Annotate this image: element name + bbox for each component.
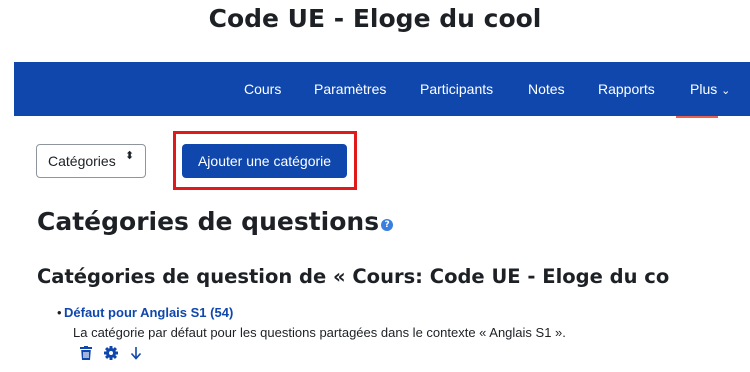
category-select[interactable]: Catégories ⬍ [36, 144, 146, 178]
course-title: Code UE - Eloge du cool [208, 4, 542, 33]
course-navbar: Cours Paramètres Participants Notes Rapp… [14, 62, 750, 116]
nav-rapports[interactable]: Rapports [598, 62, 655, 116]
gear-icon[interactable] [104, 346, 118, 360]
page-heading-text: Catégories de questions [37, 207, 380, 236]
category-description: La catégorie par défaut pour les questio… [73, 325, 566, 340]
page-heading: Catégories de questions? [37, 207, 394, 236]
category-link[interactable]: Défaut pour Anglais S1 (54) [64, 305, 233, 320]
active-nav-underline [676, 116, 718, 118]
category-list-item: • Défaut pour Anglais S1 (54) [57, 305, 233, 320]
bullet-icon: • [57, 305, 62, 320]
select-arrows-icon: ⬍ [125, 150, 135, 162]
nav-notes[interactable]: Notes [528, 62, 565, 116]
nav-cours[interactable]: Cours [244, 62, 281, 116]
nav-participants[interactable]: Participants [420, 62, 493, 116]
arrow-down-icon[interactable] [130, 346, 142, 360]
help-icon[interactable]: ? [381, 219, 394, 231]
category-context-heading: Catégories de question de « Cours: Code … [37, 265, 670, 288]
nav-plus-label: Plus [690, 81, 718, 97]
chevron-down-icon: ⌄ [721, 85, 731, 97]
category-select-value: Catégories [48, 153, 116, 169]
trash-icon[interactable] [80, 346, 92, 360]
add-category-button[interactable]: Ajouter une catégorie [182, 144, 347, 178]
nav-plus[interactable]: Plus ⌄ [690, 62, 730, 116]
nav-parametres[interactable]: Paramètres [314, 62, 386, 116]
